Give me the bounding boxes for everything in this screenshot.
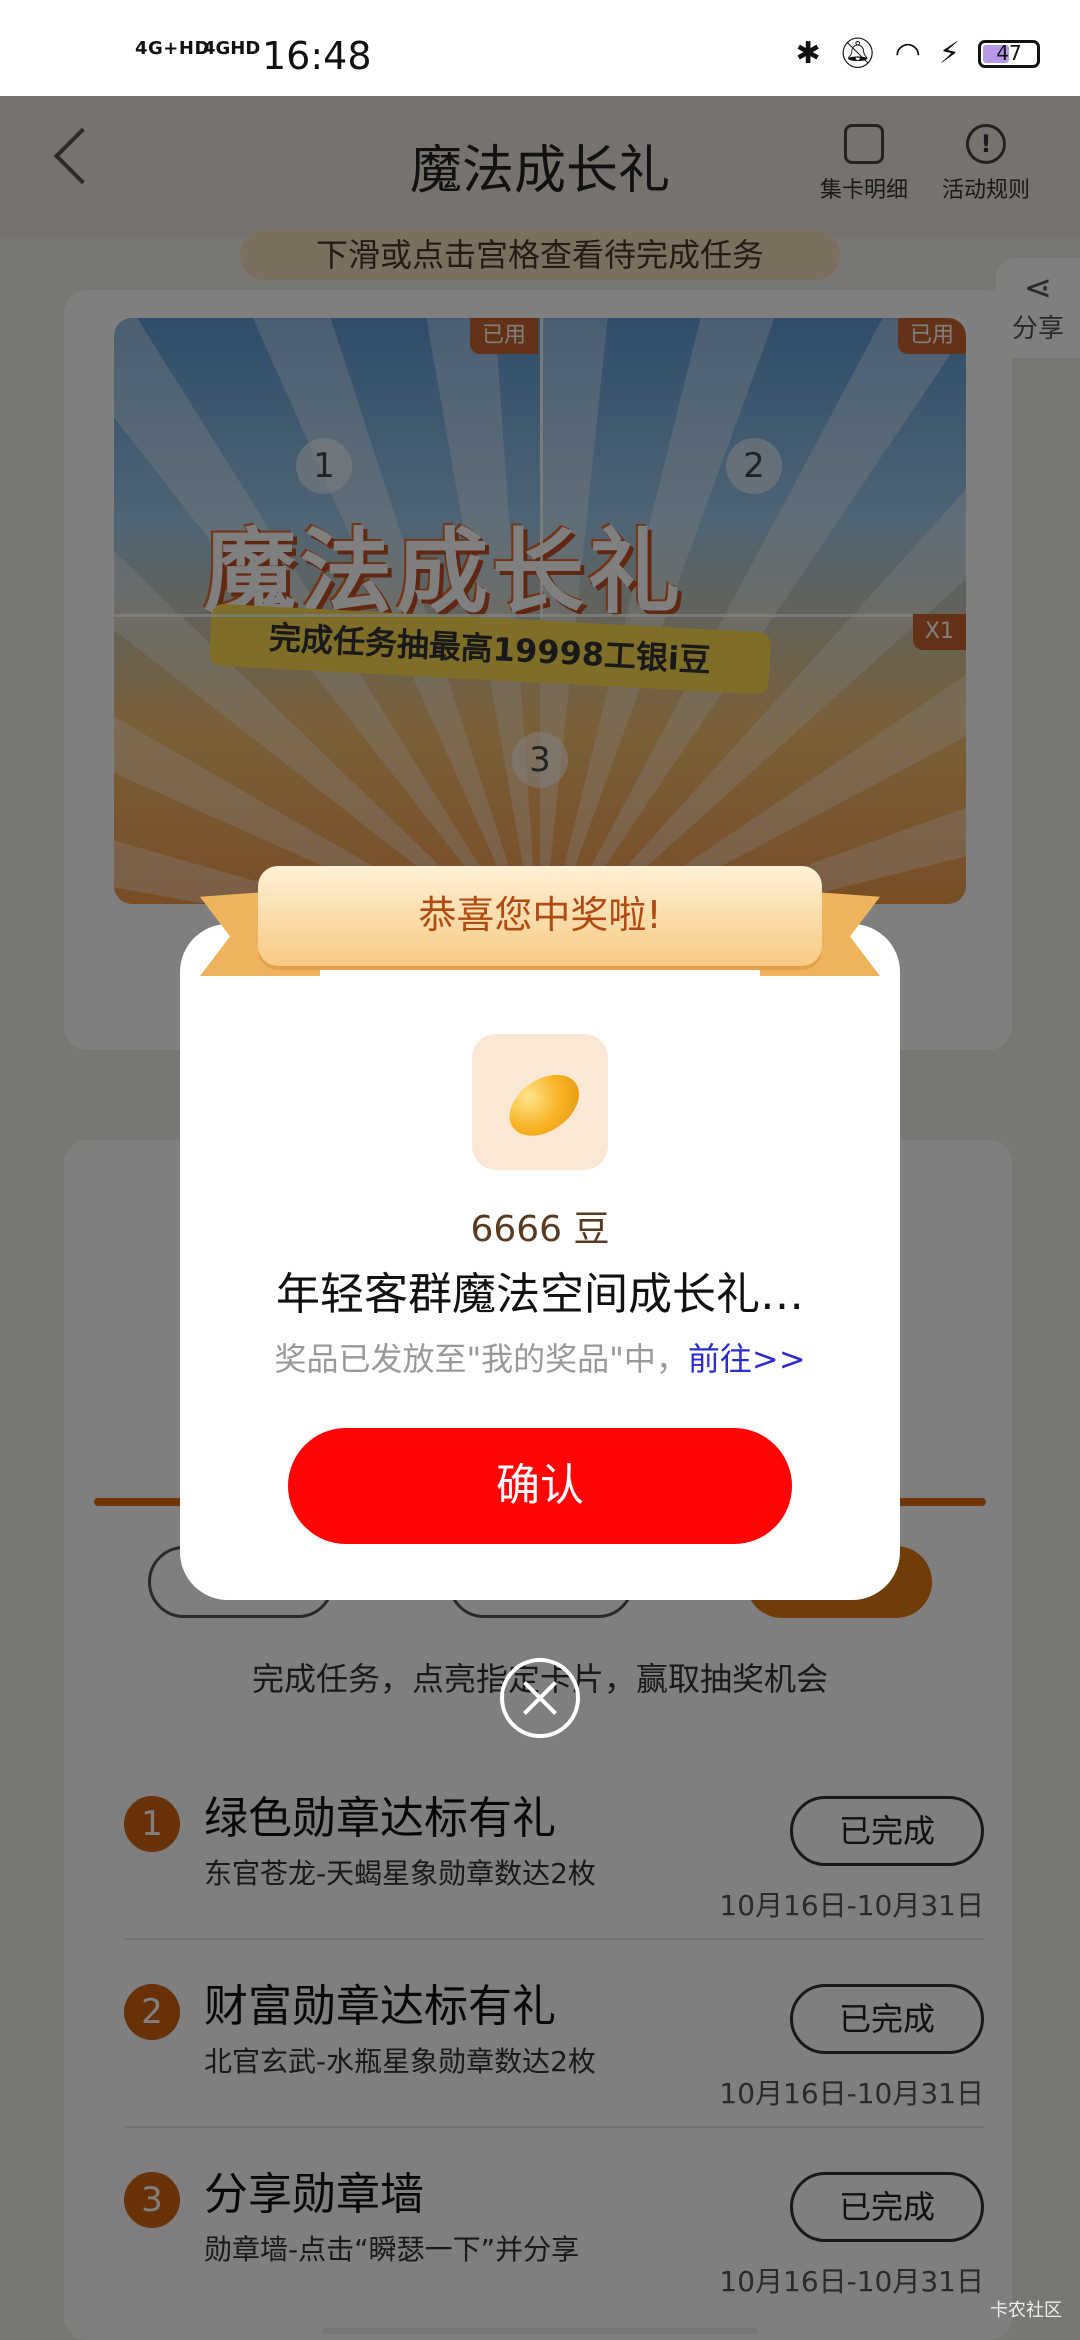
- charging-icon: ⚡︎: [938, 36, 960, 71]
- wifi-icon: ◠: [894, 36, 921, 71]
- network-indicator-1: 4G+HD: [135, 38, 210, 59]
- watermark: 卡农社区: [990, 2300, 1062, 2321]
- prize-note-text: 奖品已发放至"我的奖品"中，: [274, 1340, 688, 1378]
- prize-name: 年轻客群魔法空间成长礼…: [276, 1269, 804, 1320]
- confirm-button[interactable]: 确认: [288, 1428, 792, 1544]
- status-icons: ✱ 🔕︎ ◠ ⚡︎ 47: [795, 36, 1040, 71]
- close-icon[interactable]: [500, 1658, 580, 1738]
- battery-level: 47: [996, 40, 1022, 65]
- prize-note: 奖品已发放至"我的奖品"中，前往>>: [180, 1334, 900, 1380]
- network-indicator-2: 4GHD: [203, 38, 261, 59]
- bluetooth-icon: ✱: [795, 36, 821, 71]
- battery-icon: 47: [978, 39, 1040, 68]
- bean-icon: [472, 1034, 608, 1170]
- home-indicator[interactable]: [322, 2328, 758, 2334]
- clock: 16:48: [262, 34, 372, 78]
- mute-bell-icon: 🔕︎: [838, 36, 877, 71]
- go-to-prizes-link[interactable]: 前往>>: [688, 1340, 806, 1378]
- congrats-title: 恭喜您中奖啦!: [418, 893, 662, 937]
- prize-amount: 6666 豆: [470, 1209, 610, 1250]
